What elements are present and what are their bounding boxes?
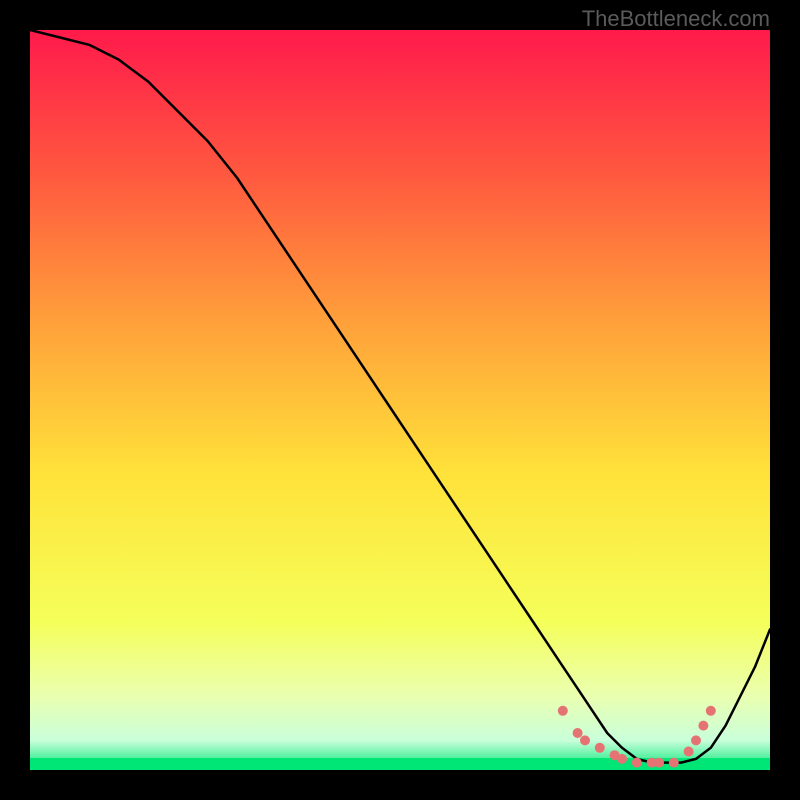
marker-dot xyxy=(691,735,701,745)
marker-dot xyxy=(573,728,583,738)
marker-dot xyxy=(632,758,642,768)
marker-dot xyxy=(706,706,716,716)
plot-area xyxy=(30,30,770,770)
chart-svg xyxy=(30,30,770,770)
marker-dot xyxy=(595,743,605,753)
marker-dot xyxy=(654,758,664,768)
watermark-text: TheBottleneck.com xyxy=(582,6,770,32)
marker-dot xyxy=(698,721,708,731)
marker-dot xyxy=(669,758,679,768)
chart-frame: TheBottleneck.com xyxy=(0,0,800,800)
marker-dot xyxy=(617,754,627,764)
marker-dot xyxy=(684,747,694,757)
marker-dot xyxy=(580,735,590,745)
marker-dot xyxy=(558,706,568,716)
